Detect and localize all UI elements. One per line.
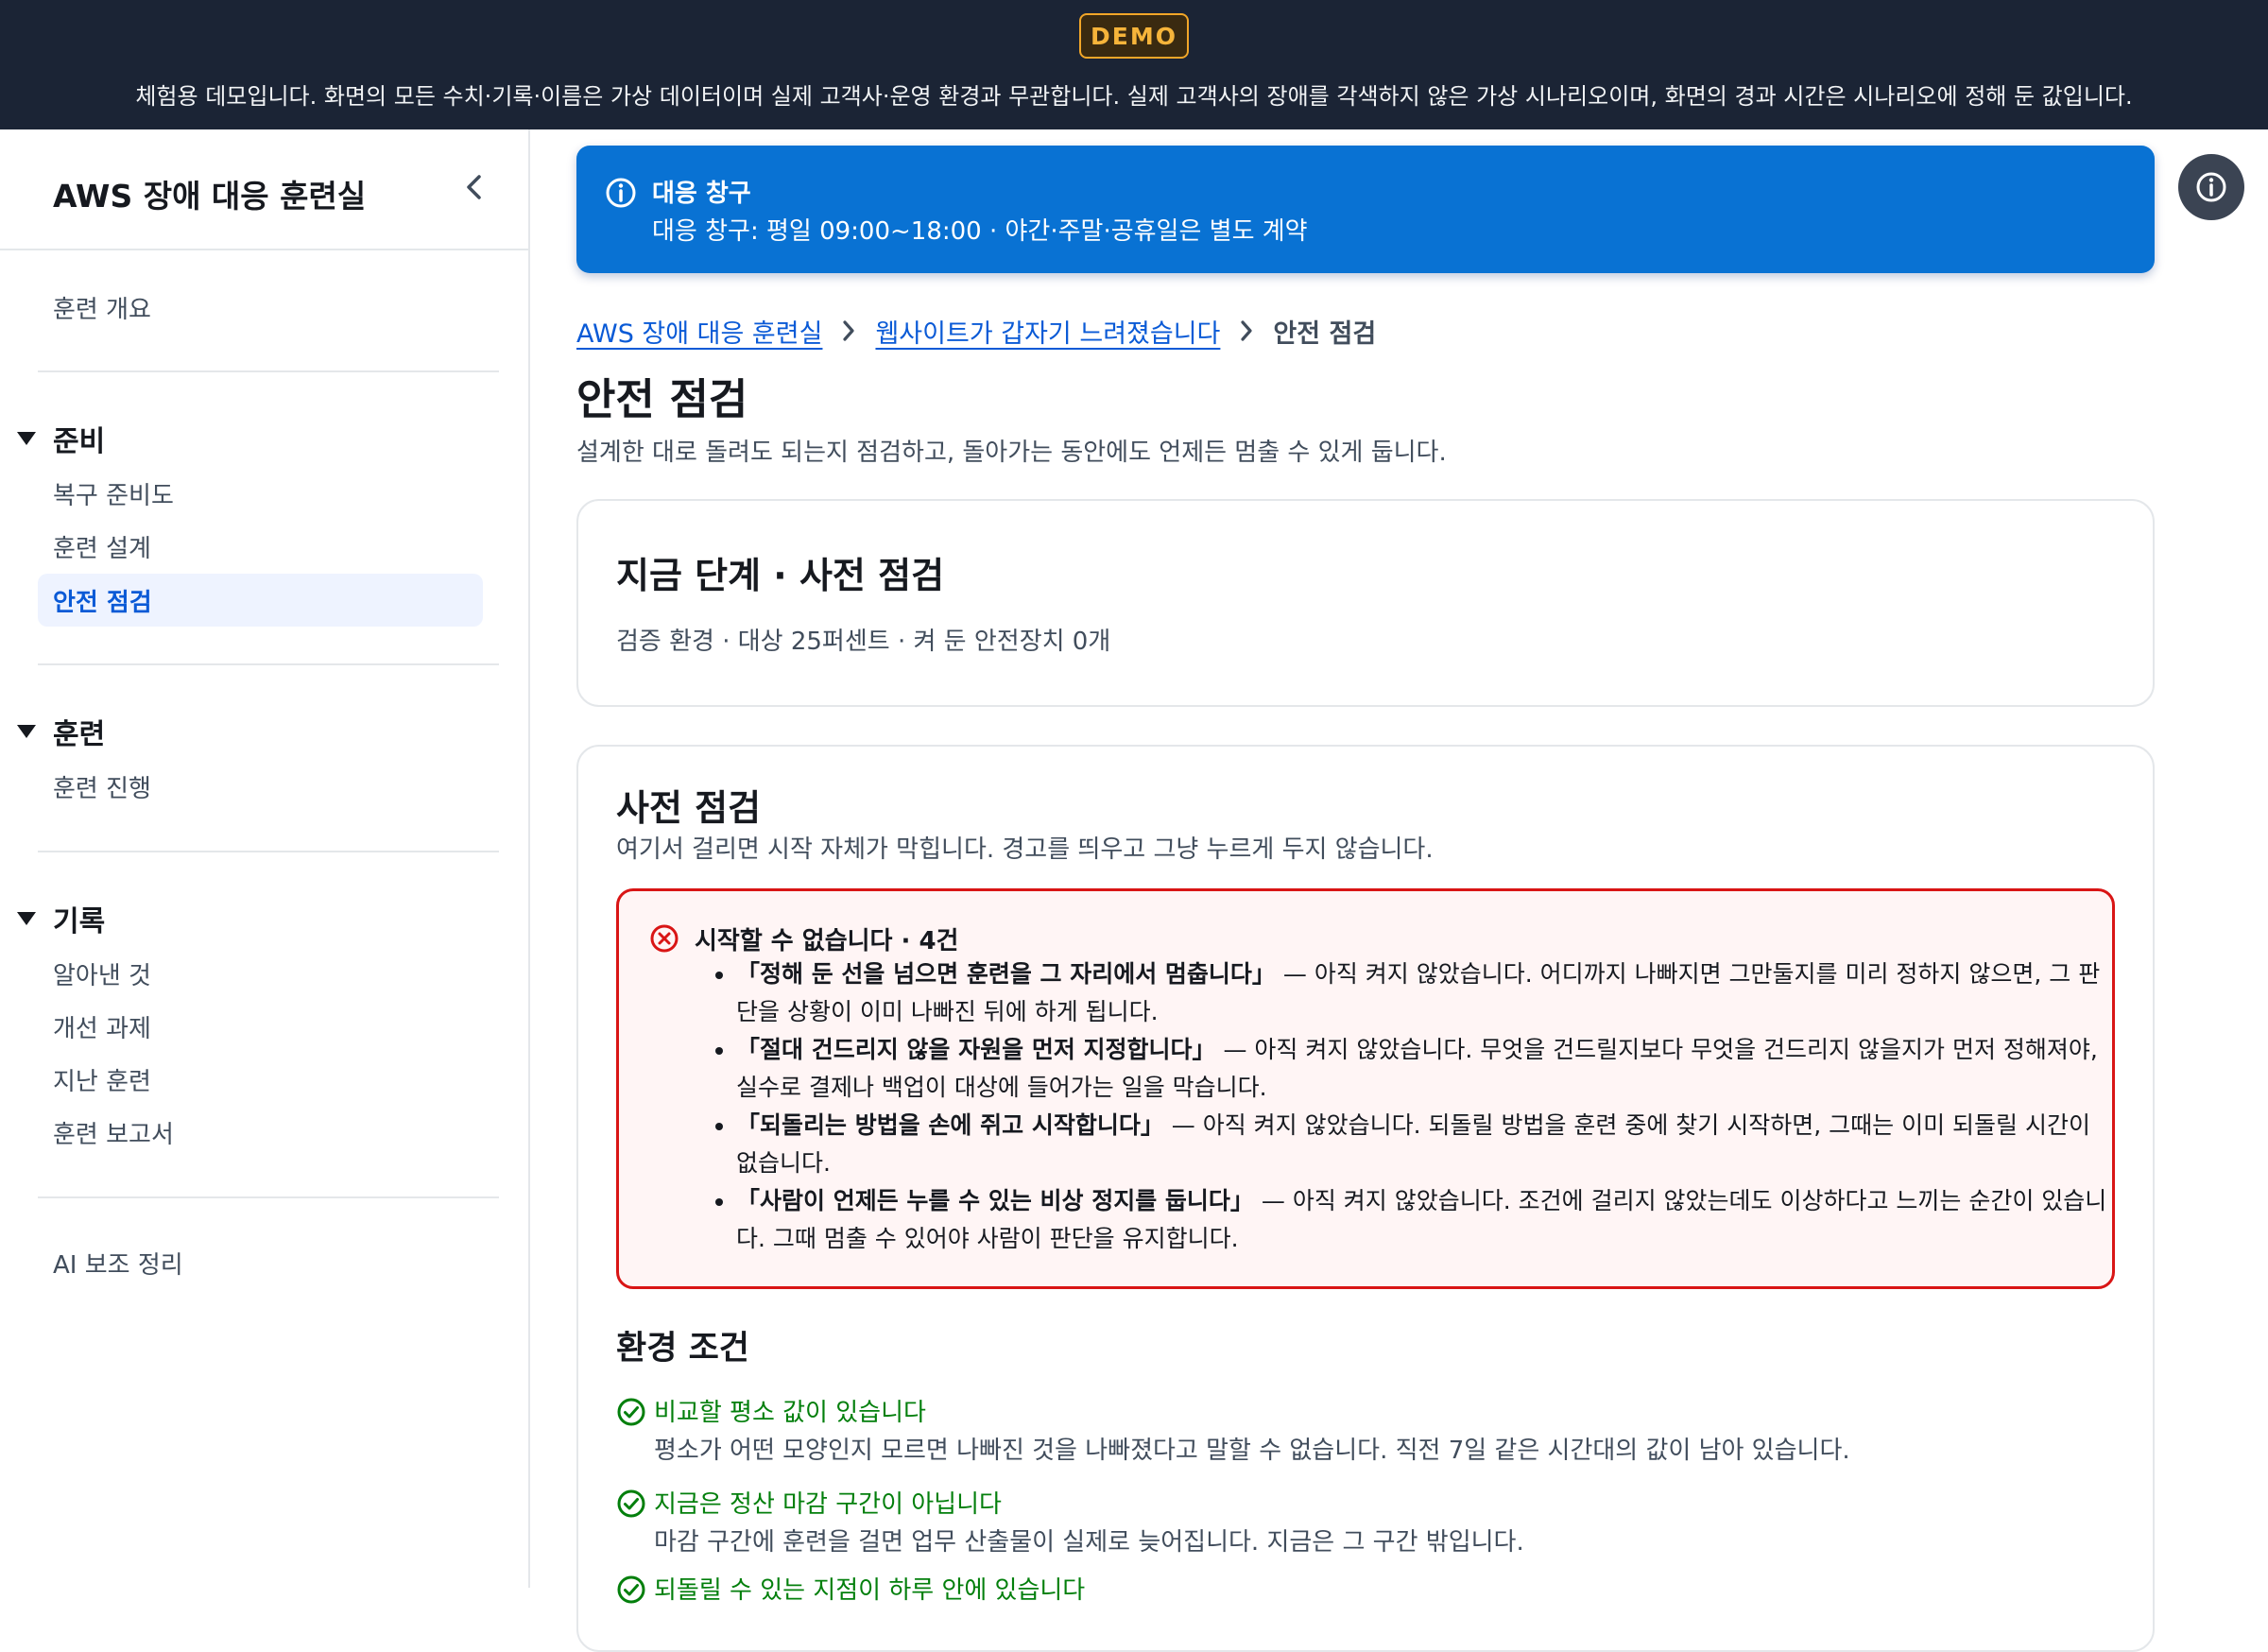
precheck-card: 사전 점검 여기서 걸리면 시작 자체가 막힙니다. 경고를 띄우고 그냥 누르… bbox=[576, 745, 2155, 1652]
blocker-item: 「사람이 언제든 누를 수 있는 비상 정지를 둡니다」 — 아직 켜지 않았습… bbox=[736, 1182, 2116, 1258]
demo-banner: DEMO 체험용 데모입니다. 화면의 모든 수치·기록·이름은 가상 데이터이… bbox=[0, 0, 2268, 129]
page-title: 안전 점검 bbox=[576, 374, 748, 424]
sidebar-divider bbox=[38, 1196, 499, 1198]
info-icon bbox=[2196, 172, 2226, 202]
notice-title: 대응 창구 bbox=[652, 180, 751, 208]
sidebar-collapse-button[interactable] bbox=[457, 171, 490, 203]
sidebar-divider bbox=[38, 663, 499, 665]
breadcrumb: AWS 장애 대응 훈련실 웹사이트가 갑자기 느려졌습니다 안전 점검 bbox=[576, 312, 1376, 350]
stage-card: 지금 단계 · 사전 점검 검증 환경 · 대상 25퍼센트 · 켜 둔 안전장… bbox=[576, 499, 2155, 707]
env-condition-desc: 마감 구간에 훈련을 걸면 업무 산출물이 실제로 늦어집니다. 지금은 그 구… bbox=[654, 1528, 1524, 1557]
notice-body: 대응 창구: 평일 09:00~18:00 · 야간·주말·공휴일은 별도 계약 bbox=[652, 217, 1308, 246]
chevron-right-icon bbox=[841, 318, 856, 343]
check-circle-icon bbox=[617, 1489, 645, 1518]
env-condition-title: 되돌릴 수 있는 지점이 하루 안에 있습니다 bbox=[654, 1576, 1086, 1605]
blocker-list: 「정해 둔 선을 넘으면 훈련을 그 자리에서 멈춥니다」 — 아직 켜지 않았… bbox=[695, 955, 2116, 1258]
blocker-item-name: 「사람이 언제든 누를 수 있는 비상 정지를 둡니다」 bbox=[736, 1187, 1254, 1214]
check-circle-icon bbox=[617, 1575, 645, 1604]
sidebar-header: AWS 장애 대응 훈련실 bbox=[0, 129, 528, 250]
precheck-subtitle: 여기서 걸리면 시작 자체가 막힙니다. 경고를 띄우고 그냥 누르게 두지 않… bbox=[616, 835, 1434, 864]
caret-down-icon bbox=[17, 912, 36, 925]
blocker-item-name: 「되돌리는 방법을 손에 쥐고 시작합니다」 bbox=[736, 1111, 1164, 1139]
sidebar-item-findings[interactable]: 알아낸 것 bbox=[53, 956, 151, 991]
env-conditions-title: 환경 조건 bbox=[616, 1330, 749, 1368]
support-window-notice: 대응 창구 대응 창구: 평일 09:00~18:00 · 야간·주말·공휴일은… bbox=[576, 146, 2155, 273]
sidebar-item-recovery-readiness[interactable]: 복구 준비도 bbox=[53, 476, 174, 511]
sidebar-item-safety-check[interactable]: 안전 점검 bbox=[38, 574, 483, 627]
precheck-title: 사전 점검 bbox=[616, 787, 762, 829]
env-condition-title: 지금은 정산 마감 구간이 아닙니다 bbox=[654, 1490, 1002, 1519]
breadcrumb-link-home[interactable]: AWS 장애 대응 훈련실 bbox=[576, 313, 822, 350]
blocker-item-name: 「절대 건드리지 않을 자원을 먼저 지정합니다」 bbox=[736, 1036, 1216, 1063]
error-icon bbox=[650, 924, 679, 953]
sidebar-section-label: 기록 bbox=[53, 905, 106, 938]
sidebar-section-prepare[interactable]: 준비 bbox=[17, 418, 105, 459]
demo-badge: DEMO bbox=[1079, 13, 1189, 59]
caret-down-icon bbox=[17, 725, 36, 738]
breadcrumb-link-scenario[interactable]: 웹사이트가 갑자기 느려졌습니다 bbox=[875, 313, 1220, 350]
sidebar-section-label: 훈련 bbox=[53, 718, 106, 751]
env-condition-title: 비교할 평소 값이 있습니다 bbox=[654, 1399, 926, 1427]
blocker-title: 시작할 수 없습니다 · 4건 bbox=[695, 927, 959, 955]
caret-down-icon bbox=[17, 432, 36, 445]
help-panel-button[interactable] bbox=[2178, 154, 2244, 220]
sidebar-item-drill-run[interactable]: 훈련 진행 bbox=[53, 769, 151, 804]
chevron-left-icon bbox=[467, 175, 481, 199]
sidebar-section-drill[interactable]: 훈련 bbox=[17, 711, 105, 752]
blocker-item-name: 「정해 둔 선을 넘으면 훈련을 그 자리에서 멈춥니다」 bbox=[736, 960, 1276, 988]
sidebar-item-improvements[interactable]: 개선 과제 bbox=[53, 1009, 151, 1044]
blocker-item: 「절대 건드리지 않을 자원을 먼저 지정합니다」 — 아직 켜지 않았습니다.… bbox=[736, 1031, 2116, 1107]
sidebar-divider bbox=[38, 851, 499, 852]
blocker-item: 「되돌리는 방법을 손에 쥐고 시작합니다」 — 아직 켜지 않았습니다. 되돌… bbox=[736, 1107, 2116, 1182]
sidebar-section-label: 준비 bbox=[53, 425, 106, 458]
sidebar: AWS 장애 대응 훈련실 훈련 개요 준비 복구 준비도 훈련 설계 안전 점… bbox=[0, 129, 530, 1588]
sidebar-item-ai-summary[interactable]: AI 보조 정리 bbox=[53, 1246, 183, 1281]
info-icon bbox=[606, 178, 636, 208]
stage-title: 지금 단계 · 사전 점검 bbox=[616, 555, 945, 596]
sidebar-title: AWS 장애 대응 훈련실 bbox=[53, 178, 367, 215]
breadcrumb-current: 안전 점검 bbox=[1273, 318, 1377, 349]
sidebar-section-records[interactable]: 기록 bbox=[17, 898, 105, 939]
sidebar-divider bbox=[38, 370, 499, 372]
blocker-alert: 시작할 수 없습니다 · 4건 「정해 둔 선을 넘으면 훈련을 그 자리에서 … bbox=[616, 888, 2115, 1289]
chevron-right-icon bbox=[1239, 318, 1254, 343]
sidebar-item-past-drills[interactable]: 지난 훈련 bbox=[53, 1062, 151, 1097]
demo-notice: 체험용 데모입니다. 화면의 모든 수치·기록·이름은 가상 데이터이며 실제 … bbox=[135, 83, 2133, 110]
stage-summary: 검증 환경 · 대상 25퍼센트 · 켜 둔 안전장치 0개 bbox=[616, 628, 1111, 656]
sidebar-item-drill-report[interactable]: 훈련 보고서 bbox=[53, 1115, 174, 1150]
env-condition-desc: 평소가 어떤 모양인지 모르면 나빠진 것을 나빠졌다고 말할 수 없습니다. … bbox=[654, 1437, 1850, 1465]
check-circle-icon bbox=[617, 1398, 645, 1426]
blocker-item: 「정해 둔 선을 넘으면 훈련을 그 자리에서 멈춥니다」 — 아직 켜지 않았… bbox=[736, 955, 2116, 1031]
sidebar-item-overview[interactable]: 훈련 개요 bbox=[53, 290, 151, 325]
page-description: 설계한 대로 돌려도 되는지 점검하고, 돌아가는 동안에도 언제든 멈출 수 … bbox=[576, 439, 1447, 467]
sidebar-item-drill-design[interactable]: 훈련 설계 bbox=[53, 529, 151, 564]
